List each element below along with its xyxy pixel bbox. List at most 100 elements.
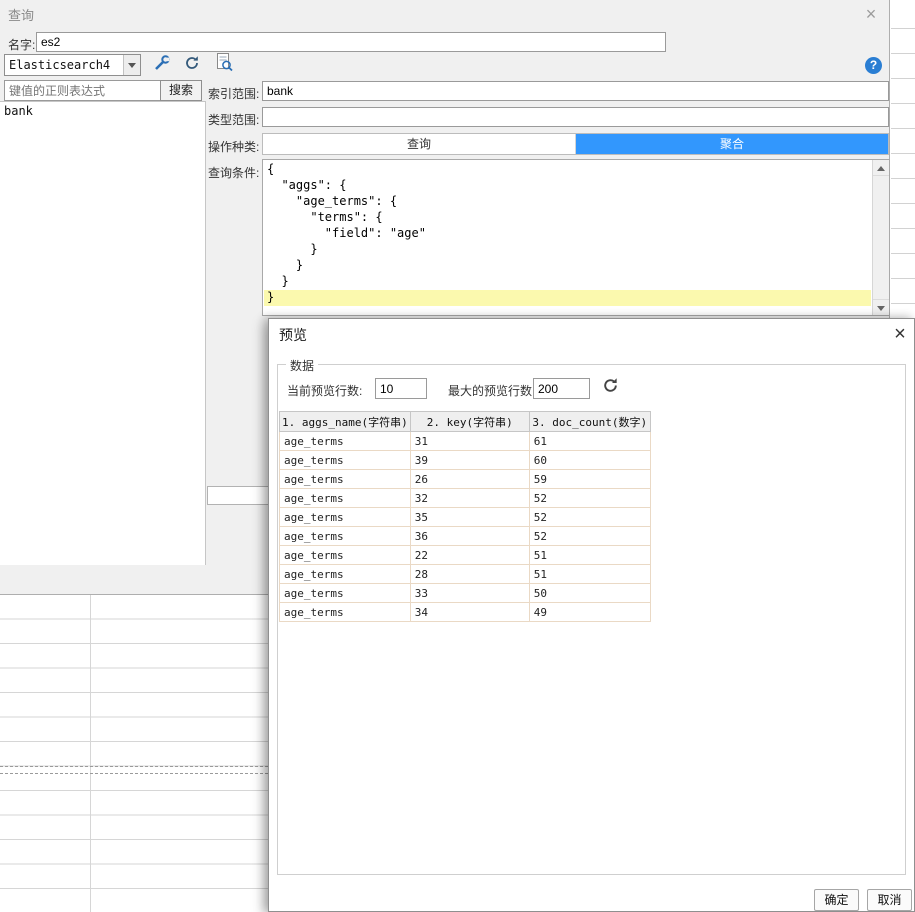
table-row: age_terms 31 61	[279, 431, 651, 451]
scroll-down-icon[interactable]	[873, 299, 889, 315]
op-tabs: 查询 聚合	[262, 133, 889, 155]
op-tab[interactable]: 聚合	[576, 134, 888, 154]
op-tab[interactable]: 查询	[263, 134, 576, 154]
list-item[interactable]: bank	[0, 102, 205, 120]
code-line[interactable]: "terms": {	[264, 210, 871, 226]
edit-connection-button[interactable]	[149, 53, 174, 77]
name-input[interactable]	[36, 32, 666, 52]
type-range-input[interactable]	[262, 107, 889, 127]
table-row: age_terms 22 51	[279, 545, 651, 565]
table-row: age_terms 35 52	[279, 507, 651, 527]
table-cell: 52	[528, 526, 651, 546]
index-range-label: 索引范围:	[208, 87, 260, 101]
code-line[interactable]: "field": "age"	[264, 226, 871, 242]
search-button[interactable]: 搜索	[160, 80, 202, 101]
table-cell: age_terms	[279, 488, 411, 508]
table-cell: age_terms	[279, 450, 411, 470]
table-row: age_terms 26 59	[279, 469, 651, 489]
table-cell: 36	[409, 526, 530, 546]
code-line[interactable]: }	[264, 290, 871, 306]
datasource-select-value: Elasticsearch4	[9, 58, 111, 72]
page-break-dashed-line	[0, 766, 268, 767]
close-icon[interactable]: ×	[887, 321, 913, 347]
dialog-title: 查询	[8, 8, 35, 23]
type-range-label: 类型范围:	[208, 113, 260, 127]
ok-button[interactable]: 确定	[814, 889, 859, 911]
table-cell: 32	[409, 488, 530, 508]
table-row: age_terms 34 49	[279, 602, 651, 622]
preview-dialog: 预览 × 数据 当前预览行数: 最大的预览行数: 1. aggs_name(字符…	[268, 318, 915, 912]
refresh-button[interactable]	[179, 53, 204, 77]
table-cell: 22	[409, 545, 530, 565]
table-row: age_terms 36 52	[279, 526, 651, 546]
close-icon[interactable]: ×	[858, 2, 884, 26]
preview-table: 1. aggs_name(字符串) 2. key(字符串) 3. doc_count…	[279, 411, 651, 622]
table-row: age_terms 39 60	[279, 450, 651, 470]
code-line[interactable]: }	[264, 258, 871, 274]
query-condition-editor[interactable]: { "aggs": { "age_terms": { "terms": { "f…	[262, 159, 890, 316]
page-break-dashed-line	[0, 773, 268, 774]
max-rows-input[interactable]	[533, 378, 590, 399]
datasource-select[interactable]: Elasticsearch4	[4, 54, 141, 76]
screen: 查询 × 名字: Elasticsearch4	[0, 0, 915, 912]
table-cell: age_terms	[279, 469, 411, 489]
wrench-icon	[153, 54, 171, 77]
table-cell: 31	[409, 431, 530, 451]
table-row: age_terms 33 50	[279, 583, 651, 603]
table-cell: 34	[409, 602, 530, 622]
table-cell: 35	[409, 507, 530, 527]
column-header[interactable]: 3. doc_count(数字)	[528, 411, 651, 432]
max-rows-label: 最大的预览行数:	[448, 384, 536, 398]
operation-type-label: 操作种类:	[208, 140, 260, 154]
background-spreadsheet-grid	[0, 595, 268, 912]
scroll-up-icon[interactable]	[873, 160, 889, 176]
grid-column-line	[90, 595, 91, 912]
table-cell: 51	[528, 564, 651, 584]
table-row: age_terms 28 51	[279, 564, 651, 584]
table-row: age_terms 32 52	[279, 488, 651, 508]
table-cell: age_terms	[279, 564, 411, 584]
data-groupbox-label: 数据	[286, 357, 319, 374]
help-icon[interactable]: ?	[865, 57, 882, 74]
table-cell: age_terms	[279, 431, 411, 451]
table-cell: 52	[528, 488, 651, 508]
index-range-input[interactable]	[262, 81, 889, 101]
table-cell: 50	[528, 583, 651, 603]
current-rows-label: 当前预览行数:	[287, 384, 363, 398]
document-preview-icon	[215, 52, 233, 77]
code-line[interactable]: }	[264, 242, 871, 258]
table-cell: age_terms	[279, 545, 411, 565]
chevron-down-icon[interactable]	[123, 55, 140, 75]
table-cell: 39	[409, 450, 530, 470]
search-input[interactable]	[4, 80, 161, 101]
table-cell: 33	[409, 583, 530, 603]
background-spreadsheet-right-strip	[891, 28, 915, 318]
table-cell: age_terms	[279, 602, 411, 622]
dialog-title: 预览	[279, 327, 307, 343]
column-header[interactable]: 1. aggs_name(字符串)	[279, 411, 411, 432]
code-line[interactable]: "age_terms": {	[264, 194, 871, 210]
name-label: 名字:	[8, 38, 36, 52]
code-line[interactable]: }	[264, 274, 871, 290]
table-cell: 28	[409, 564, 530, 584]
preview-table-header-row: 1. aggs_name(字符串) 2. key(字符串) 3. doc_count…	[279, 411, 651, 432]
table-cell: age_terms	[279, 526, 411, 546]
datasource-list[interactable]: bank	[0, 101, 206, 565]
table-cell: 26	[409, 469, 530, 489]
table-cell: 61	[528, 431, 651, 451]
table-cell: 59	[528, 469, 651, 489]
preview-button[interactable]	[211, 52, 236, 76]
refresh-icon	[602, 377, 619, 399]
table-cell: 60	[528, 450, 651, 470]
preview-table-body: age_terms 31 61 age_terms 39 60 age_terms 26 59 a…	[279, 431, 651, 622]
cancel-button[interactable]: 取消	[867, 889, 912, 911]
table-cell: age_terms	[279, 507, 411, 527]
column-header[interactable]: 2. key(字符串)	[409, 411, 530, 432]
refresh-preview-button[interactable]	[599, 377, 621, 399]
code-editor-content[interactable]: { "aggs": { "age_terms": { "terms": { "f…	[264, 162, 871, 313]
editor-scrollbar[interactable]	[872, 160, 889, 315]
refresh-icon	[184, 55, 200, 76]
code-line[interactable]: "aggs": {	[264, 178, 871, 194]
current-rows-input[interactable]	[375, 378, 427, 399]
code-line[interactable]: {	[264, 162, 871, 178]
